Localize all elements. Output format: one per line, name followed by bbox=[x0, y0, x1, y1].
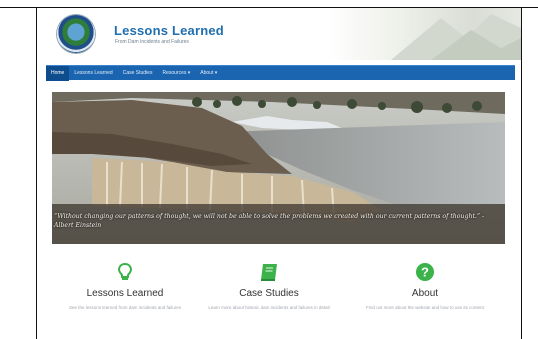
main-navbar: Home Lessons Learned Case Studies Resour… bbox=[46, 65, 515, 81]
nav-item-case-studies[interactable]: Case Studies bbox=[118, 66, 158, 81]
feature-about[interactable]: ? About Find out more about the website … bbox=[350, 262, 500, 311]
feature-lessons-learned[interactable]: Lessons Learned See the lessons learned … bbox=[50, 262, 200, 311]
hero-quote: “Without changing our patterns of though… bbox=[54, 213, 485, 229]
site-header: Lessons Learned From Dam Incidents and F… bbox=[37, 8, 521, 60]
site-title[interactable]: Lessons Learned bbox=[114, 23, 224, 38]
feature-case-studies[interactable]: Case Studies Learn more about historic d… bbox=[194, 262, 344, 311]
nav-item-about[interactable]: About ▾ bbox=[195, 66, 222, 81]
nav-item-lessons-learned[interactable]: Lessons Learned bbox=[69, 66, 117, 81]
nav-item-resources[interactable]: Resources ▾ bbox=[157, 66, 195, 81]
book-icon bbox=[261, 264, 277, 281]
frame-border-right bbox=[521, 7, 522, 339]
feature-text: Find out more about the website and how … bbox=[366, 305, 484, 310]
lightbulb-icon bbox=[117, 262, 133, 280]
site-logo[interactable] bbox=[57, 15, 95, 53]
header-decoration bbox=[391, 14, 521, 60]
feature-title: Case Studies bbox=[239, 288, 299, 299]
feature-text: See the lessons learned from dam inciden… bbox=[68, 305, 182, 310]
feature-title: Lessons Learned bbox=[86, 288, 164, 299]
question-circle-icon: ? bbox=[416, 263, 434, 281]
nav-item-home[interactable]: Home bbox=[46, 65, 70, 81]
hero-banner: “Without changing our patterns of though… bbox=[52, 92, 505, 244]
site-subtitle: From Dam Incidents and Failures bbox=[115, 39, 189, 45]
feature-title: About bbox=[411, 288, 439, 299]
svg-text:?: ? bbox=[421, 265, 429, 280]
feature-text: Learn more about historic dam incidents … bbox=[208, 305, 330, 310]
